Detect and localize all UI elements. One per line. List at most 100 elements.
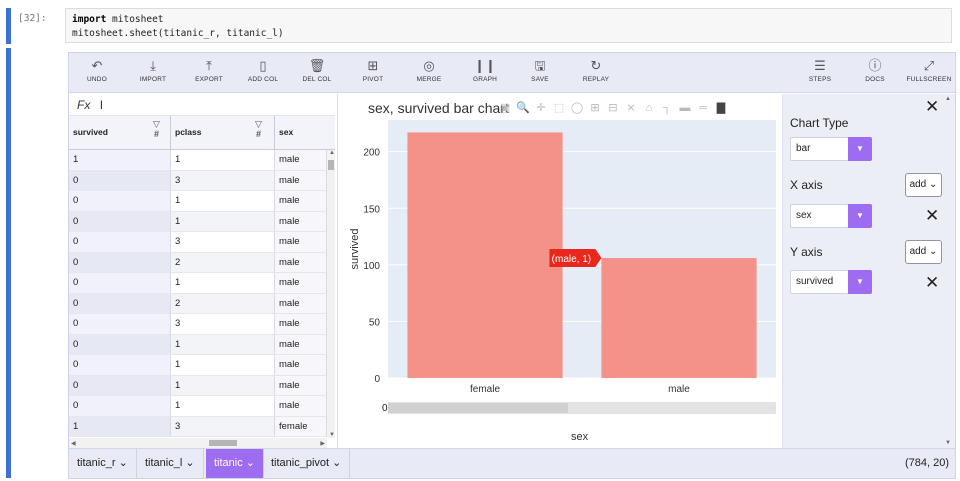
chevron-down-icon[interactable]: ⌄ xyxy=(116,457,128,469)
import-button[interactable]: ⤓ IMPORT xyxy=(125,56,181,83)
scroll-thumb[interactable] xyxy=(328,160,334,170)
graph-button[interactable]: ❙❙ GRAPH xyxy=(457,56,513,83)
grid-cell-sex[interactable]: male xyxy=(275,273,327,294)
grid-cell-sex[interactable]: male xyxy=(275,170,327,191)
grid-cell-pclass[interactable]: 3 xyxy=(171,232,275,253)
scroll-left-icon[interactable]: ◀ xyxy=(71,440,76,447)
grid-cell-pclass[interactable]: 1 xyxy=(171,191,275,212)
filter-icon[interactable]: ▽ # xyxy=(255,119,262,139)
grid-cell-sex[interactable]: male xyxy=(275,211,327,232)
zoom-icon[interactable]: 🔍 xyxy=(514,101,532,114)
del-col-button[interactable]: 🗑 DEL COL xyxy=(289,56,345,83)
fullscreen-button[interactable]: ⤢ FULLSCREEN xyxy=(901,56,957,83)
grid-cell-survived[interactable]: 1 xyxy=(69,416,171,437)
code-cell[interactable]: [32]: import mitosheet mitosheet.sheet(t… xyxy=(0,0,960,46)
bar-male[interactable] xyxy=(601,258,757,378)
grid-cell-pclass[interactable]: 1 xyxy=(171,375,275,396)
grid-cell-pclass[interactable]: 3 xyxy=(171,170,275,191)
grid-cell-survived[interactable]: 0 xyxy=(69,252,171,273)
chevron-down-icon[interactable]: ⌄ xyxy=(182,457,194,469)
y-axis-select[interactable]: survived ▼ xyxy=(790,270,872,294)
grid-cell-survived[interactable]: 0 xyxy=(69,232,171,253)
chevron-down-icon[interactable]: ⌄ xyxy=(243,457,255,469)
grid-cell-pclass[interactable]: 1 xyxy=(171,273,275,294)
grid-cell-sex[interactable]: male xyxy=(275,252,327,273)
replay-button[interactable]: ↻ REPLAY xyxy=(568,56,624,83)
grid-cell-survived[interactable]: 0 xyxy=(69,211,171,232)
zoom-in-icon[interactable]: ⊞ xyxy=(586,101,604,114)
grid-cell-survived[interactable]: 0 xyxy=(69,314,171,335)
grid-cell-pclass[interactable]: 2 xyxy=(171,293,275,314)
x-axis-add-button[interactable]: add ⌄ xyxy=(905,173,942,197)
hover-closest-icon[interactable]: ▬ xyxy=(676,102,694,114)
plotly-logo-icon[interactable]: ▇ xyxy=(712,101,730,114)
grid-cell-survived[interactable]: 0 xyxy=(69,396,171,417)
export-button[interactable]: ⤒ EXPORT xyxy=(181,56,237,83)
pan-icon[interactable]: ✛ xyxy=(532,101,550,114)
grid-cell-sex[interactable]: female xyxy=(275,416,327,437)
grid-horizontal-scrollbar[interactable]: ◀ ▶ xyxy=(69,438,327,448)
scroll-down-icon[interactable]: ▼ xyxy=(329,432,335,438)
grid-cell-sex[interactable]: male xyxy=(275,355,327,376)
grid-cell-sex[interactable]: male xyxy=(275,334,327,355)
grid-cell-sex[interactable]: male xyxy=(275,232,327,253)
grid-cell-sex[interactable]: male xyxy=(275,191,327,212)
column-header-sex[interactable]: sex xyxy=(275,116,335,150)
box-select-icon[interactable]: ⬚ xyxy=(550,101,568,114)
remove-x-axis-icon[interactable]: ✕ xyxy=(925,207,939,224)
column-header-survived[interactable]: survived ▽ # xyxy=(69,116,171,150)
pivot-button[interactable]: ⊞ PIVOT xyxy=(345,56,401,83)
grid-cell-survived[interactable]: 1 xyxy=(69,150,171,171)
zoom-out-icon[interactable]: ⊟ xyxy=(604,101,622,114)
grid-vertical-scrollbar[interactable]: ▲ ▼ xyxy=(327,150,335,438)
grid-cell-survived[interactable]: 0 xyxy=(69,355,171,376)
grid-cell-sex[interactable]: male xyxy=(275,150,327,171)
grid-cell-pclass[interactable]: 2 xyxy=(171,252,275,273)
steps-button[interactable]: ☰ STEPS xyxy=(792,56,848,83)
grid-cell-survived[interactable]: 0 xyxy=(69,334,171,355)
docs-button[interactable]: ⓘ DOCS xyxy=(847,56,903,83)
sheet-tab-titanic_l[interactable]: titanic_l ⌄ xyxy=(137,449,204,478)
add-col-button[interactable]: ▯ ADD COL xyxy=(235,56,291,83)
lasso-icon[interactable]: ◯ xyxy=(568,101,586,114)
grid-cell-sex[interactable]: male xyxy=(275,314,327,335)
scroll-up-icon[interactable]: ▲ xyxy=(945,96,951,102)
close-graph-icon[interactable]: ✕ xyxy=(925,98,939,115)
home-icon[interactable]: ⌂ xyxy=(640,102,658,114)
filter-icon[interactable]: ▽ # xyxy=(153,119,160,139)
grid-cell-survived[interactable]: 0 xyxy=(69,293,171,314)
chart-type-select[interactable]: bar ▼ xyxy=(790,137,872,161)
bar-female[interactable] xyxy=(407,132,563,378)
merge-button[interactable]: ◎ MERGE xyxy=(401,56,457,83)
scroll-right-icon[interactable]: ▶ xyxy=(320,440,325,447)
hover-compare-icon[interactable]: ═ xyxy=(694,102,712,114)
spike-lines-icon[interactable]: ┐ xyxy=(658,102,676,114)
grid-cell-survived[interactable]: 0 xyxy=(69,191,171,212)
y-axis-add-button[interactable]: add ⌄ xyxy=(905,240,942,264)
range-slider-thumb[interactable] xyxy=(388,403,568,413)
save-button[interactable]: 🖫 SAVE xyxy=(512,56,568,83)
grid-cell-pclass[interactable]: 1 xyxy=(171,334,275,355)
formula-bar[interactable]: Fx I xyxy=(69,94,335,116)
grid-cell-survived[interactable]: 0 xyxy=(69,170,171,191)
x-axis-select[interactable]: sex ▼ xyxy=(790,204,872,228)
sheet-tab-titanic[interactable]: titanic ⌄ xyxy=(206,449,265,478)
grid-cell-pclass[interactable]: 1 xyxy=(171,150,275,171)
code-editor[interactable]: import mitosheet mitosheet.sheet(titanic… xyxy=(65,8,952,43)
grid-cell-survived[interactable]: 0 xyxy=(69,375,171,396)
autoscale-icon[interactable]: ⨯ xyxy=(622,101,640,114)
grid-cell-sex[interactable]: male xyxy=(275,375,327,396)
grid-cell-pclass[interactable]: 3 xyxy=(171,416,275,437)
camera-icon[interactable]: ▣ xyxy=(496,101,514,114)
remove-y-axis-icon[interactable]: ✕ xyxy=(925,274,939,291)
sheet-tab-titanic_r[interactable]: titanic_r ⌄ xyxy=(69,449,137,478)
range-slider[interactable] xyxy=(388,402,776,414)
sheet-tab-titanic_pivot[interactable]: titanic_pivot ⌄ xyxy=(263,449,351,478)
scroll-up-icon[interactable]: ▲ xyxy=(329,150,335,156)
undo-button[interactable]: ↶ UNDO xyxy=(69,56,125,83)
scroll-down-icon[interactable]: ▼ xyxy=(945,440,951,446)
grid-cell-pclass[interactable]: 3 xyxy=(171,314,275,335)
config-scrollbar[interactable]: ▲ ▼ xyxy=(943,94,954,448)
grid-cell-sex[interactable]: male xyxy=(275,293,327,314)
grid-cell-pclass[interactable]: 1 xyxy=(171,211,275,232)
